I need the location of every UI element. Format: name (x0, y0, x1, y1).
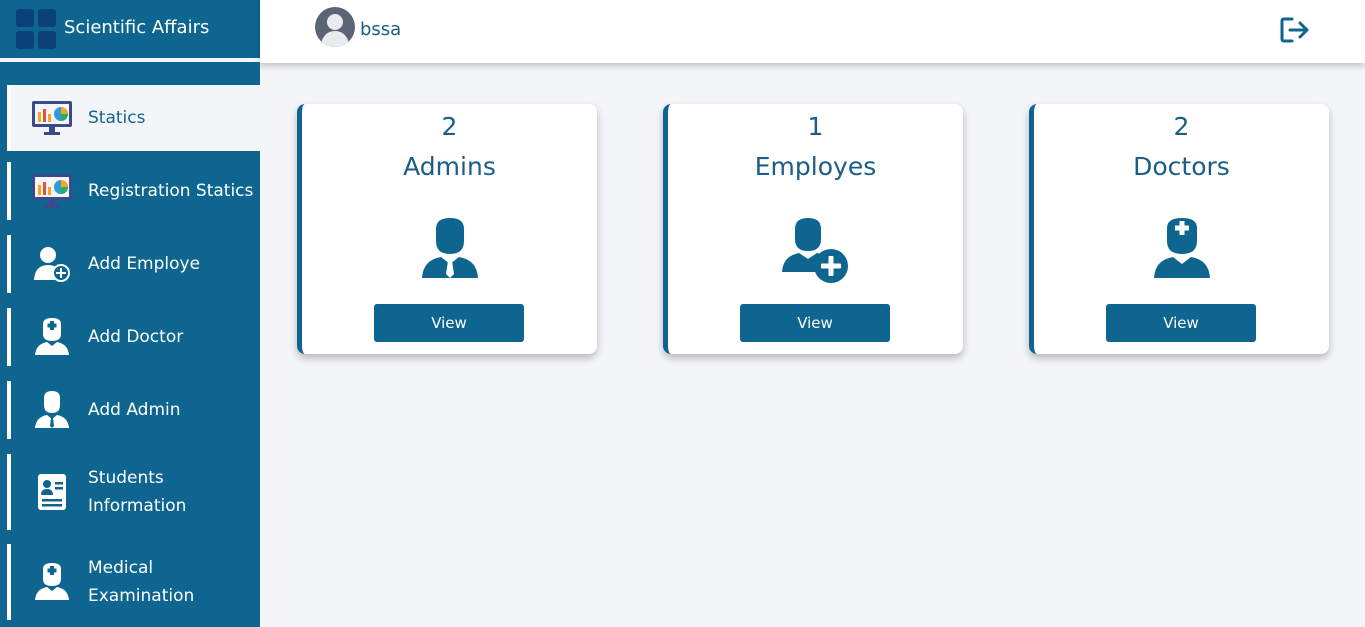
user-add-icon (31, 243, 73, 285)
sidebar-item-medical-examination[interactable]: Medical Examination (7, 544, 260, 620)
employes-title: Employes (754, 152, 877, 181)
admins-card: 2 Admins View (297, 104, 597, 354)
sidebar-item-label: Add Employe (88, 254, 201, 274)
sidebar-item-label: Add Doctor (88, 327, 184, 347)
app-title: Scientific Affairs (64, 17, 210, 38)
logout-icon (1280, 17, 1309, 43)
employes-card: 1 Employes View (663, 104, 963, 354)
doctor-icon (31, 316, 73, 358)
sidebar-item-label: Add Admin (88, 400, 181, 420)
doctors-card: 2 Doctors View (1029, 104, 1329, 354)
doctors-view-button[interactable]: View (1106, 304, 1256, 342)
admins-view-button[interactable]: View (374, 304, 524, 342)
sidebar-item-registration-statics[interactable]: Registration Statics (7, 162, 260, 220)
admins-title: Admins (403, 152, 496, 181)
app-logo-icon (16, 9, 58, 51)
sidebar-item-label: Medical Examination (88, 558, 195, 606)
user-avatar[interactable] (315, 7, 355, 47)
doctors-count: 2 (1173, 112, 1190, 141)
sidebar-item-students-information[interactable]: Students Information (7, 454, 260, 530)
admin-icon (415, 216, 485, 280)
admins-count: 2 (441, 112, 458, 141)
sidebar-item-statics[interactable]: Statics (7, 85, 260, 151)
doctor-icon (31, 561, 73, 603)
doctors-title: Doctors (1133, 152, 1230, 181)
sidebar-item-add-admin[interactable]: Add Admin (7, 381, 260, 439)
sidebar-item-label: Statics (88, 108, 146, 128)
doctor-icon (1147, 216, 1217, 280)
sidebar-item-add-employe[interactable]: Add Employe (7, 235, 260, 293)
employes-view-button[interactable]: View (740, 304, 890, 342)
admin-icon (31, 389, 73, 431)
username: bssa (360, 19, 402, 40)
brand-header: Scientific Affairs (0, 0, 260, 58)
statistics-monitor-icon (31, 97, 73, 139)
top-bar: bssa (260, 0, 1365, 63)
sidebar-item-label: Students Information (88, 468, 187, 516)
statistics-monitor-icon (31, 170, 73, 212)
employes-count: 1 (807, 112, 824, 141)
sidebar-item-add-doctor[interactable]: Add Doctor (7, 308, 260, 366)
sidebar-item-label: Registration Statics (88, 181, 254, 201)
logout-button[interactable] (1280, 16, 1312, 44)
user-avatar-icon (320, 14, 350, 47)
sidebar: Statics Registration Statics Add Employe… (0, 62, 260, 627)
user-add-icon (781, 216, 851, 283)
id-card-icon (31, 471, 73, 513)
